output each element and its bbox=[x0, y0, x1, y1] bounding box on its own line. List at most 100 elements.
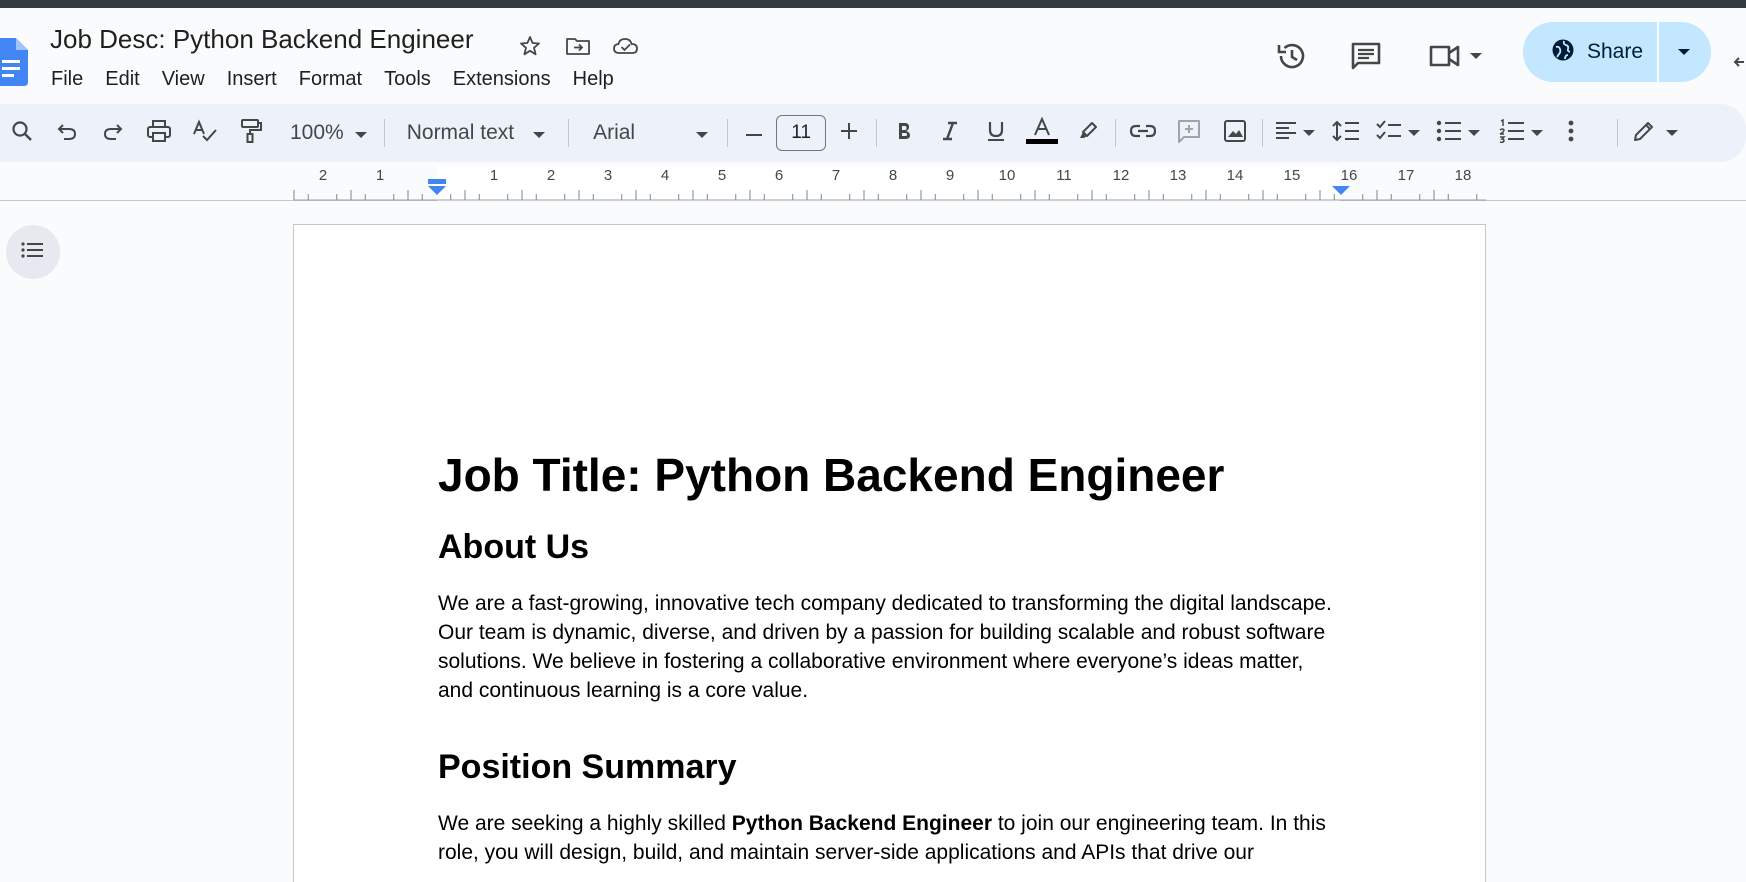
ruler-label: 2 bbox=[319, 167, 327, 184]
more-options-button[interactable] bbox=[1553, 113, 1589, 153]
globe-icon bbox=[1551, 38, 1575, 67]
ruler-label: 14 bbox=[1227, 167, 1244, 184]
document-page[interactable]: Job Title: Python Backend Engineer About… bbox=[293, 224, 1486, 882]
print-icon bbox=[146, 119, 172, 148]
more-icon bbox=[1568, 120, 1574, 147]
chevron-down-icon bbox=[1666, 124, 1679, 142]
ruler-label: 13 bbox=[1170, 167, 1187, 184]
docs-logo-icon[interactable] bbox=[0, 32, 28, 86]
share-dropdown-button[interactable] bbox=[1659, 22, 1709, 82]
numbered-list-icon bbox=[1499, 118, 1525, 148]
highlight-icon bbox=[1077, 120, 1099, 147]
menu-edit[interactable]: Edit bbox=[94, 62, 150, 97]
share-label: Share bbox=[1587, 40, 1644, 63]
italic-button[interactable] bbox=[927, 113, 973, 153]
ruler-label: 5 bbox=[718, 167, 726, 184]
share-button-group: Share bbox=[1523, 22, 1711, 82]
print-button[interactable] bbox=[136, 113, 182, 153]
toolbar-divider bbox=[876, 119, 878, 147]
add-comment-button[interactable] bbox=[1166, 113, 1212, 153]
font-value: Arial bbox=[593, 121, 636, 144]
editing-mode-button[interactable] bbox=[1622, 113, 1688, 153]
ruler-label: 10 bbox=[999, 167, 1016, 184]
ruler-label: 1 bbox=[490, 167, 498, 184]
redo-button[interactable] bbox=[90, 113, 136, 153]
undo-button[interactable] bbox=[44, 113, 90, 153]
chevron-down-icon bbox=[1408, 124, 1421, 142]
bold-icon bbox=[896, 121, 912, 146]
zoom-value: 100% bbox=[290, 121, 344, 144]
ruler-label: 17 bbox=[1398, 167, 1415, 184]
font-size-input[interactable]: 11 bbox=[776, 115, 827, 151]
bulleted-list-icon bbox=[1436, 120, 1462, 147]
spellcheck-button[interactable] bbox=[182, 113, 228, 153]
toolbar-divider bbox=[568, 119, 570, 147]
horizontal-ruler[interactable]: 2 1 1 2 3 4 5 6 7 8 9 10 11 12 13 14 15 16 17 18 bbox=[0, 166, 1746, 201]
share-button[interactable]: Share bbox=[1523, 22, 1659, 82]
ruler-label: 7 bbox=[832, 167, 840, 184]
paragraph-style-select[interactable]: Normal text bbox=[389, 121, 564, 145]
first-line-indent-marker[interactable] bbox=[428, 179, 446, 184]
meet-button[interactable] bbox=[1425, 26, 1487, 86]
ruler-label: 8 bbox=[889, 167, 897, 184]
paragraph-position-summary: We are seeking a highly skilled Python B… bbox=[438, 809, 1338, 867]
add-comment-icon bbox=[1176, 118, 1202, 149]
summary-bold-role: Python Backend Engineer bbox=[731, 812, 992, 835]
insert-image-button[interactable] bbox=[1212, 113, 1258, 153]
paint-format-button[interactable] bbox=[228, 113, 274, 153]
menu-extensions[interactable]: Extensions bbox=[442, 62, 562, 97]
toolbar-divider bbox=[727, 119, 729, 147]
move-folder-icon[interactable] bbox=[560, 28, 596, 64]
ruler-label: 15 bbox=[1284, 167, 1301, 184]
menu-insert[interactable]: Insert bbox=[216, 62, 288, 97]
plus-icon bbox=[840, 122, 858, 145]
menu-tools[interactable]: Tools bbox=[373, 62, 442, 97]
text-color-button[interactable] bbox=[1019, 113, 1065, 153]
summary-text-start: We are seeking a highly skilled bbox=[438, 812, 732, 835]
menu-file[interactable]: File bbox=[40, 62, 94, 97]
comments-icon[interactable] bbox=[1340, 30, 1392, 82]
ruler-scale: 2 1 1 2 3 4 5 6 7 8 9 10 11 12 13 14 15 16 17 18 bbox=[293, 166, 1486, 201]
cloud-saved-icon[interactable] bbox=[608, 28, 644, 64]
outline-icon bbox=[21, 241, 45, 264]
spellcheck-icon bbox=[192, 118, 218, 148]
version-history-icon[interactable] bbox=[1266, 30, 1318, 82]
menu-format[interactable]: Format bbox=[288, 62, 373, 97]
toolbar-divider bbox=[1617, 119, 1619, 147]
search-menus-button[interactable] bbox=[0, 113, 44, 153]
decrease-font-size-button[interactable] bbox=[732, 113, 776, 153]
star-icon[interactable] bbox=[512, 28, 548, 64]
insert-link-button[interactable] bbox=[1120, 113, 1166, 153]
line-spacing-button[interactable] bbox=[1323, 113, 1369, 153]
highlight-button[interactable] bbox=[1065, 113, 1111, 153]
ruler-label: 4 bbox=[661, 167, 669, 184]
underline-icon bbox=[986, 120, 1006, 147]
toolbar-divider bbox=[1262, 119, 1264, 147]
ruler-label: 18 bbox=[1455, 167, 1472, 184]
bold-button[interactable] bbox=[881, 113, 927, 153]
underline-button[interactable] bbox=[973, 113, 1019, 153]
menu-help[interactable]: Help bbox=[562, 62, 625, 97]
paint-format-icon bbox=[239, 118, 263, 149]
document-body[interactable]: Job Title: Python Backend Engineer About… bbox=[438, 447, 1338, 867]
font-select[interactable]: Arial bbox=[573, 121, 723, 145]
search-icon bbox=[10, 119, 34, 148]
menu-view[interactable]: View bbox=[151, 62, 216, 97]
zoom-select[interactable]: 100% bbox=[274, 121, 380, 145]
paragraph-style-value: Normal text bbox=[406, 121, 515, 144]
bulleted-list-button[interactable] bbox=[1427, 113, 1489, 153]
text-color-icon bbox=[1025, 116, 1059, 150]
numbered-list-button[interactable] bbox=[1489, 113, 1553, 153]
increase-font-size-button[interactable] bbox=[826, 113, 872, 153]
app-header: Job Desc: Python Backend Engineer File E… bbox=[0, 8, 1746, 102]
checklist-button[interactable] bbox=[1369, 113, 1427, 153]
ruler-label: 3 bbox=[604, 167, 612, 184]
chevron-down-icon bbox=[1468, 124, 1481, 142]
heading-position-summary: Position Summary bbox=[438, 748, 737, 786]
document-outline-button[interactable] bbox=[6, 225, 60, 279]
document-title[interactable]: Job Desc: Python Backend Engineer bbox=[50, 24, 473, 55]
collapse-arrow-icon[interactable] bbox=[1732, 52, 1746, 72]
align-button[interactable] bbox=[1267, 113, 1323, 153]
ruler-label: 6 bbox=[775, 167, 783, 184]
heading-about-us: About Us bbox=[438, 528, 590, 566]
